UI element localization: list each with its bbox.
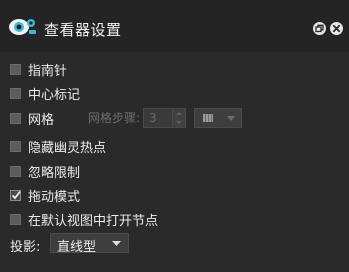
option-label: 忽略限制 xyxy=(28,165,81,181)
open-nodes-default-view-checkbox[interactable] xyxy=(10,213,21,225)
option-open-nodes-default-view[interactable]: 在默认视图中打开节点 xyxy=(10,210,159,229)
hide-ghost-hotspots-checkbox[interactable] xyxy=(10,140,21,152)
checkmark-icon xyxy=(11,190,21,199)
close-button[interactable] xyxy=(330,22,343,35)
option-label: 网格 xyxy=(28,112,55,128)
eye-settings-icon xyxy=(9,19,36,35)
option-label: 隐藏幽灵热点 xyxy=(28,140,107,156)
chevron-down-icon xyxy=(112,241,121,246)
projection-dropdown[interactable]: 直线型 xyxy=(50,233,129,255)
compass-checkbox[interactable] xyxy=(10,63,21,75)
center-mark-checkbox[interactable] xyxy=(10,87,21,99)
ignore-limits-checkbox[interactable] xyxy=(10,165,21,177)
grid-step-label: 网格步骤: xyxy=(88,111,141,125)
option-label: 中心标记 xyxy=(28,87,81,103)
option-label: 在默认视图中打开节点 xyxy=(28,213,159,229)
projection-value: 直线型 xyxy=(57,240,97,255)
option-compass[interactable]: 指南针 xyxy=(10,60,68,79)
viewer-settings-panel: 查看器设置 指南针 中心标记 网格 网格步骤: 3 隐藏幽灵热点 忽略限制 拖动… xyxy=(0,0,349,272)
restore-button[interactable] xyxy=(313,22,326,35)
chevron-down-icon xyxy=(227,116,235,121)
grid-color-dropdown[interactable] xyxy=(194,108,242,128)
option-drag-mode[interactable]: 拖动模式 xyxy=(10,186,81,205)
title-bar: 查看器设置 xyxy=(0,0,349,52)
restore-icon xyxy=(315,24,324,33)
option-label: 拖动模式 xyxy=(28,189,81,205)
spin-down-icon[interactable] xyxy=(173,118,185,127)
grid-step-value: 3 xyxy=(149,111,157,125)
option-hide-ghost-hotspots[interactable]: 隐藏幽灵热点 xyxy=(10,137,107,156)
grid-color-swatch xyxy=(203,114,213,122)
spin-arrows[interactable] xyxy=(172,109,185,127)
window-title: 查看器设置 xyxy=(44,21,122,39)
spin-up-icon[interactable] xyxy=(173,109,185,118)
grid-step-spinbox[interactable]: 3 xyxy=(143,108,186,128)
option-grid[interactable]: 网格 xyxy=(10,109,55,128)
close-icon xyxy=(332,24,341,33)
option-ignore-limits[interactable]: 忽略限制 xyxy=(10,162,81,181)
option-label: 指南针 xyxy=(28,63,68,79)
drag-mode-checkbox[interactable] xyxy=(10,189,21,201)
projection-label: 投影: xyxy=(10,240,41,255)
grid-checkbox[interactable] xyxy=(10,112,21,124)
option-center-mark[interactable]: 中心标记 xyxy=(10,84,81,103)
